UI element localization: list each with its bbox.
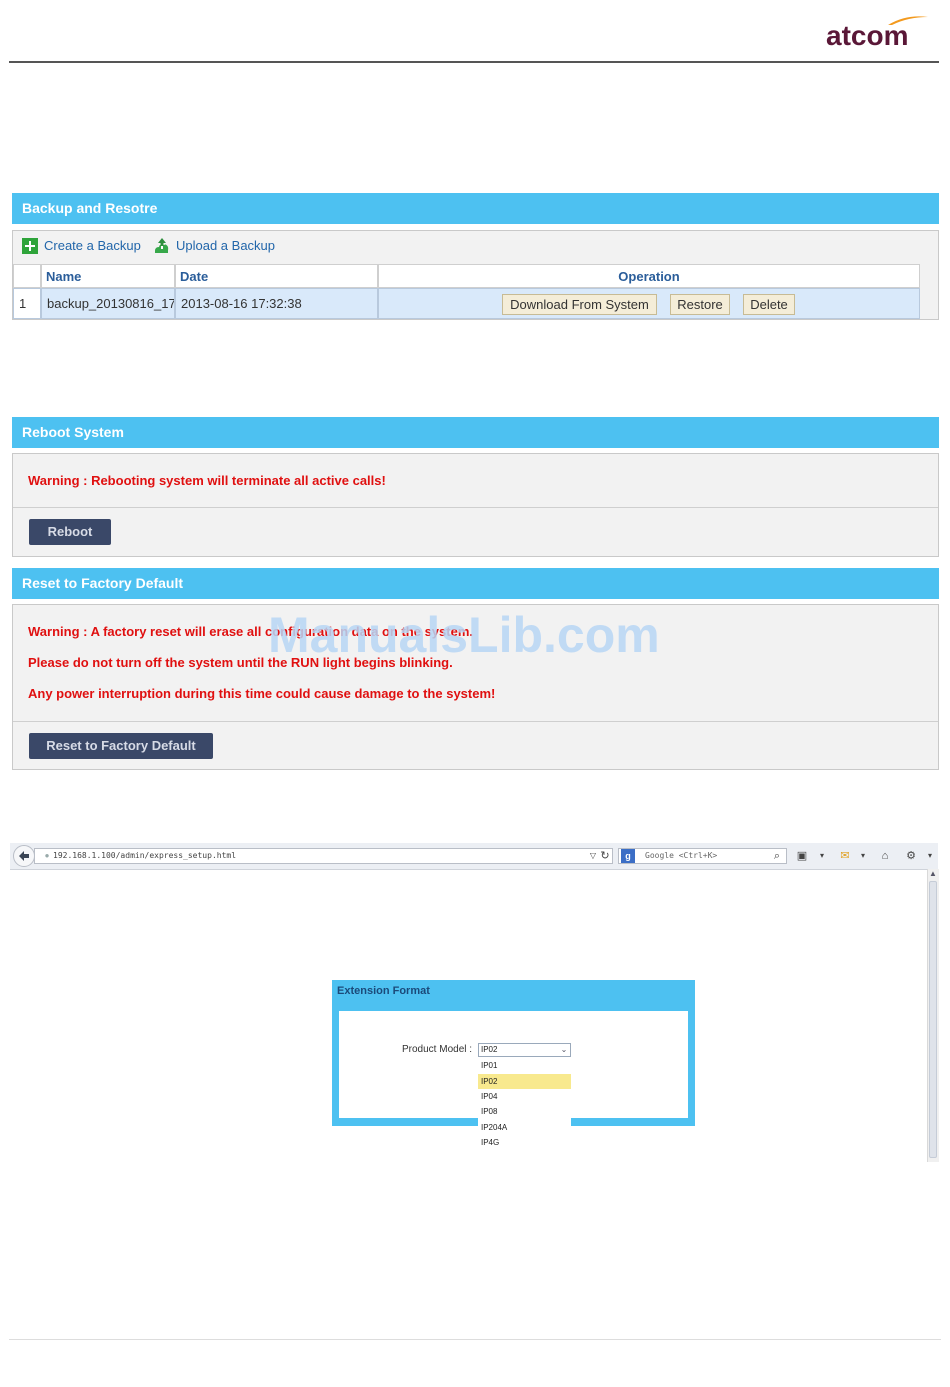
scroll-up-icon[interactable]: ▲ [928,869,938,879]
url-field[interactable]: 192.168.1.100/admin/express_setup.html [34,848,613,864]
reboot-panel-title: Reboot System [12,417,939,448]
option-ip04[interactable]: IP04 [478,1089,571,1104]
option-ip204a[interactable]: IP204A [478,1120,571,1135]
home-icon[interactable]: ⌂ [878,849,892,863]
reboot-panel [12,453,939,557]
page-icon: ● [44,851,50,860]
header-divider [9,61,939,63]
watermark: ManualsLib.com [268,607,660,663]
col-index-header [13,264,41,288]
factory-divider [13,721,938,722]
google-icon[interactable]: g [621,849,635,863]
row-index: 1 [13,288,41,319]
reload-icon[interactable]: ↻ [598,849,612,863]
reboot-warning: Warning : Rebooting system will terminat… [28,473,386,488]
menu-arrow-icon[interactable]: ▾ [815,849,829,863]
reset-factory-default-button[interactable]: Reset to Factory Default [29,733,213,759]
backup-panel-title: Backup and Resotre [12,193,939,224]
factory-panel-title: Reset to Factory Default [12,568,939,599]
download-from-system-button[interactable]: Download From System [502,294,657,315]
mail-arrow-icon[interactable]: ▾ [856,849,870,863]
col-operation-header: Operation [378,264,920,288]
option-ip01[interactable]: IP01 [478,1058,571,1073]
search-field[interactable]: Google <Ctrl+K> [618,848,787,864]
row-date: 2013-08-16 17:32:38 [175,288,378,319]
reboot-divider [13,507,938,508]
col-date-header[interactable]: Date [175,264,378,288]
product-model-label: Product Model : [402,1044,473,1055]
back-button[interactable] [13,845,35,867]
row-name: backup_20130816_17 [41,288,175,319]
atcom-logo: atcom [826,14,930,51]
restore-button[interactable]: Restore [670,294,730,315]
col-name-header[interactable]: Name [41,264,175,288]
mail-icon[interactable]: ✉ [838,849,852,863]
upload-icon [155,238,169,253]
logo-text: atcom [826,20,909,51]
create-backup-label: Create a Backup [44,238,141,253]
option-ip4g[interactable]: IP4G [478,1135,571,1150]
factory-warning-3: Any power interruption during this time … [28,686,496,701]
plus-icon [22,238,38,254]
chevron-down-icon[interactable]: ⌄ [558,1044,570,1056]
option-ip02[interactable]: IP02 [478,1074,571,1089]
bookmark-icon[interactable]: ▣ [795,849,809,863]
option-ip08[interactable]: IP08 [478,1104,571,1119]
extension-format-title: Extension Format [337,985,430,997]
reboot-button[interactable]: Reboot [29,519,111,545]
backup-table: Name Date Operation 1 backup_20130816_17… [13,264,920,319]
back-arrow-icon [19,851,29,861]
upload-backup-label: Upload a Backup [176,238,276,253]
scroll-thumb[interactable] [929,881,937,1158]
tools-arrow-icon[interactable]: ▾ [923,849,937,863]
footer-divider [9,1339,941,1340]
tools-icon[interactable]: ⚙ [904,849,918,863]
search-icon[interactable]: ⌕ [770,849,784,863]
product-model-options: IP01 IP02 IP04 IP08 IP204A IP4G [478,1058,571,1150]
delete-button[interactable]: Delete [743,294,795,315]
